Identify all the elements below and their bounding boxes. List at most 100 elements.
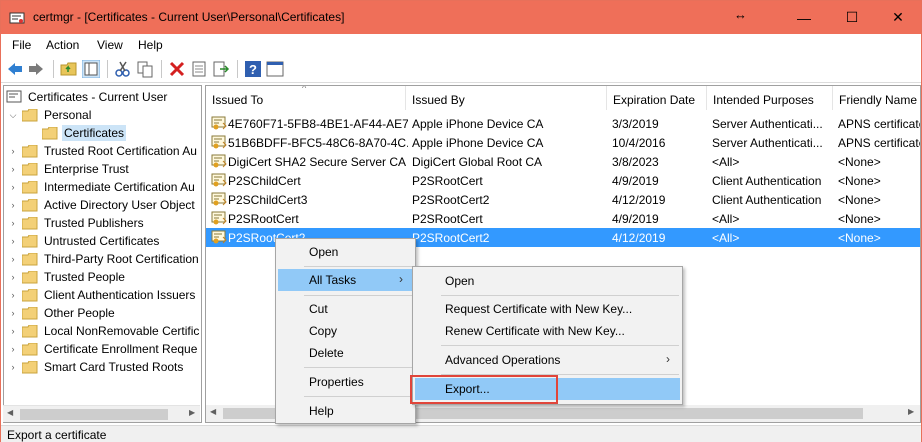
certificate-row[interactable]: P2SChildCert3 P2SRootCert2 4/12/2019 Client… (206, 190, 920, 209)
tree-item-active-directory[interactable]: › Active Directory User Object (8, 196, 197, 214)
tree-item-trusted-root[interactable]: › Trusted Root Certification Au (8, 142, 199, 160)
minimize-button[interactable]: — (781, 1, 827, 34)
svg-text:?: ? (249, 62, 257, 77)
tree-item-client-auth-issuers[interactable]: › Client Authentication Issuers (8, 286, 197, 304)
chevron-down-icon[interactable]: ⌵ (8, 110, 18, 121)
tree-pane[interactable]: Certificates - Current User ⌵ Personal C… (3, 85, 202, 423)
certificate-row[interactable]: 51B6BDFF-BFC5-48C6-8A70-4C... Apple iPhon… (206, 133, 920, 152)
column-expiration-date[interactable]: Expiration Date (607, 86, 707, 110)
chevron-right-icon[interactable]: › (8, 344, 18, 354)
tree-item-third-party-root[interactable]: › Third-Party Root Certification (8, 250, 201, 268)
up-folder-icon[interactable] (60, 60, 78, 78)
menu-action[interactable]: Action (46, 38, 79, 52)
submenu-item-renew-new-key[interactable]: Renew Certificate with New Key... (415, 320, 680, 342)
column-intended-purposes[interactable]: Intended Purposes (707, 86, 833, 110)
delete-icon[interactable] (168, 60, 186, 78)
chevron-right-icon: › (399, 272, 403, 286)
certificate-row[interactable]: P2SRootCert P2SRootCert 4/9/2019 <All> <None… (206, 209, 920, 228)
chevron-right-icon[interactable]: › (8, 164, 18, 174)
cell-issued-to: 4E760F71-5FB8-4BE1-AF44-AE7... (228, 117, 408, 131)
scroll-left-icon[interactable]: ◀ (7, 408, 13, 417)
scroll-right-icon[interactable]: ▶ (908, 407, 914, 416)
back-arrow-icon[interactable] (6, 60, 24, 78)
tree-item-certificates[interactable]: Certificates (42, 124, 127, 142)
tree-item-untrusted[interactable]: › Untrusted Certificates (8, 232, 161, 250)
close-button[interactable]: ✕ (875, 1, 921, 34)
menu-item-help[interactable]: Help (278, 400, 413, 422)
menu-item-copy[interactable]: Copy (278, 320, 413, 342)
column-friendly-name[interactable]: Friendly Name (833, 86, 920, 110)
tree-item-trusted-people[interactable]: › Trusted People (8, 268, 127, 286)
scroll-thumb[interactable] (20, 409, 168, 420)
menu-item-delete[interactable]: Delete (278, 342, 413, 364)
folder-icon (22, 342, 38, 356)
column-issued-to[interactable]: Issued To (206, 86, 406, 110)
cell-issued-to: P2SRootCert (228, 212, 299, 226)
folder-icon (22, 180, 38, 194)
certificate-icon (211, 192, 227, 206)
chevron-right-icon[interactable]: › (8, 254, 18, 264)
submenu-item-request-new-key[interactable]: Request Certificate with New Key... (415, 298, 680, 320)
menu-view[interactable]: View (97, 38, 123, 52)
console-icon[interactable] (266, 60, 284, 78)
show-hide-tree-icon[interactable] (82, 60, 100, 78)
menu-item-all-tasks[interactable]: All Tasks › (278, 269, 413, 291)
certificate-icon (211, 211, 227, 225)
tree-horizontal-scrollbar[interactable]: ◀ ▶ (3, 405, 200, 422)
chevron-right-icon: › (666, 352, 670, 366)
chevron-right-icon[interactable]: › (8, 218, 18, 228)
folder-icon (22, 198, 38, 212)
certificate-row[interactable]: DigiCert SHA2 Secure Server CA DigiCert G… (206, 152, 920, 171)
certificate-row[interactable]: 4E760F71-5FB8-4BE1-AF44-AE7... Apple iPho… (206, 114, 920, 133)
cell-expiration-date: 4/12/2019 (612, 193, 666, 207)
tree-item-label: Other People (44, 306, 115, 320)
tree-item-personal[interactable]: ⌵ Personal (8, 106, 93, 124)
menu-item-properties[interactable]: Properties (278, 371, 413, 393)
menu-file[interactable]: File (12, 38, 31, 52)
menu-help[interactable]: Help (138, 38, 163, 52)
tree-item-trusted-publishers[interactable]: › Trusted Publishers (8, 214, 146, 232)
chevron-right-icon[interactable]: › (8, 236, 18, 246)
copy-icon[interactable] (136, 60, 154, 78)
tree-item-other-people[interactable]: › Other People (8, 304, 117, 322)
chevron-right-icon[interactable]: › (8, 308, 18, 318)
submenu-item-open[interactable]: Open (415, 270, 680, 292)
menu-item-cut[interactable]: Cut (278, 298, 413, 320)
tree-item-local-nonremovable[interactable]: › Local NonRemovable Certific (8, 322, 201, 340)
chevron-right-icon[interactable]: › (8, 200, 18, 210)
certificate-icon (211, 230, 227, 244)
tree-item-enterprise-trust[interactable]: › Enterprise Trust (8, 160, 131, 178)
tree-root[interactable]: Certificates - Current User (6, 88, 169, 106)
toolbar: ? (1, 55, 921, 83)
forward-arrow-icon[interactable] (27, 60, 45, 78)
tree-item-intermediate[interactable]: › Intermediate Certification Au (8, 178, 197, 196)
cell-friendly-name: <None> (838, 174, 881, 188)
tree-item-enrollment-requests[interactable]: › Certificate Enrollment Reque (8, 340, 199, 358)
tree-item-smart-card-roots[interactable]: › Smart Card Trusted Roots (8, 358, 185, 376)
submenu-item-advanced-operations[interactable]: Advanced Operations › (415, 349, 680, 371)
help-icon[interactable]: ? (244, 60, 262, 78)
cell-intended-purposes: Server Authenticati... (712, 136, 823, 150)
tree-item-label: Trusted Root Certification Au (44, 144, 197, 158)
tree-item-label: Personal (44, 108, 92, 122)
scroll-left-icon[interactable]: ◀ (210, 407, 216, 416)
cell-issued-by: Apple iPhone Device CA (412, 136, 544, 150)
chevron-right-icon[interactable]: › (8, 290, 18, 300)
certificate-row[interactable]: P2SChildCert P2SRootCert 4/9/2019 Client Au… (206, 171, 920, 190)
cut-icon[interactable] (114, 60, 132, 78)
cell-expiration-date: 10/4/2016 (612, 136, 666, 150)
menu-item-open[interactable]: Open (278, 241, 413, 263)
chevron-right-icon[interactable]: › (8, 362, 18, 372)
chevron-right-icon[interactable]: › (8, 182, 18, 192)
scroll-right-icon[interactable]: ▶ (189, 408, 195, 417)
maximize-button[interactable]: ☐ (829, 1, 875, 34)
chevron-right-icon[interactable]: › (8, 146, 18, 156)
properties-icon[interactable] (190, 60, 208, 78)
column-issued-by[interactable]: Issued By (406, 86, 607, 110)
cell-intended-purposes: <All> (712, 212, 740, 226)
chevron-right-icon[interactable]: › (8, 326, 18, 336)
title-bar[interactable]: certmgr - [Certificates - Current User\P… (1, 1, 921, 34)
cell-friendly-name: <None> (838, 231, 881, 245)
export-list-icon[interactable] (212, 60, 230, 78)
chevron-right-icon[interactable]: › (8, 272, 18, 282)
